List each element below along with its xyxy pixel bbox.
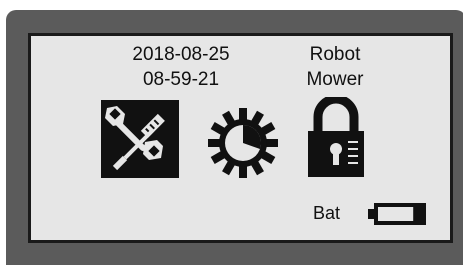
device-name-line1: Robot: [309, 44, 361, 65]
battery-label: Bat: [313, 203, 341, 223]
lock-icon[interactable]: [304, 97, 368, 178]
tools-icon[interactable]: [101, 100, 179, 178]
battery-icon: [368, 203, 426, 225]
device-name-line2: Mower: [306, 69, 364, 90]
time-display: 08-59-21: [142, 69, 220, 90]
date-display: 2018-08-25: [132, 44, 230, 65]
settings-gear-icon[interactable]: [208, 108, 278, 178]
